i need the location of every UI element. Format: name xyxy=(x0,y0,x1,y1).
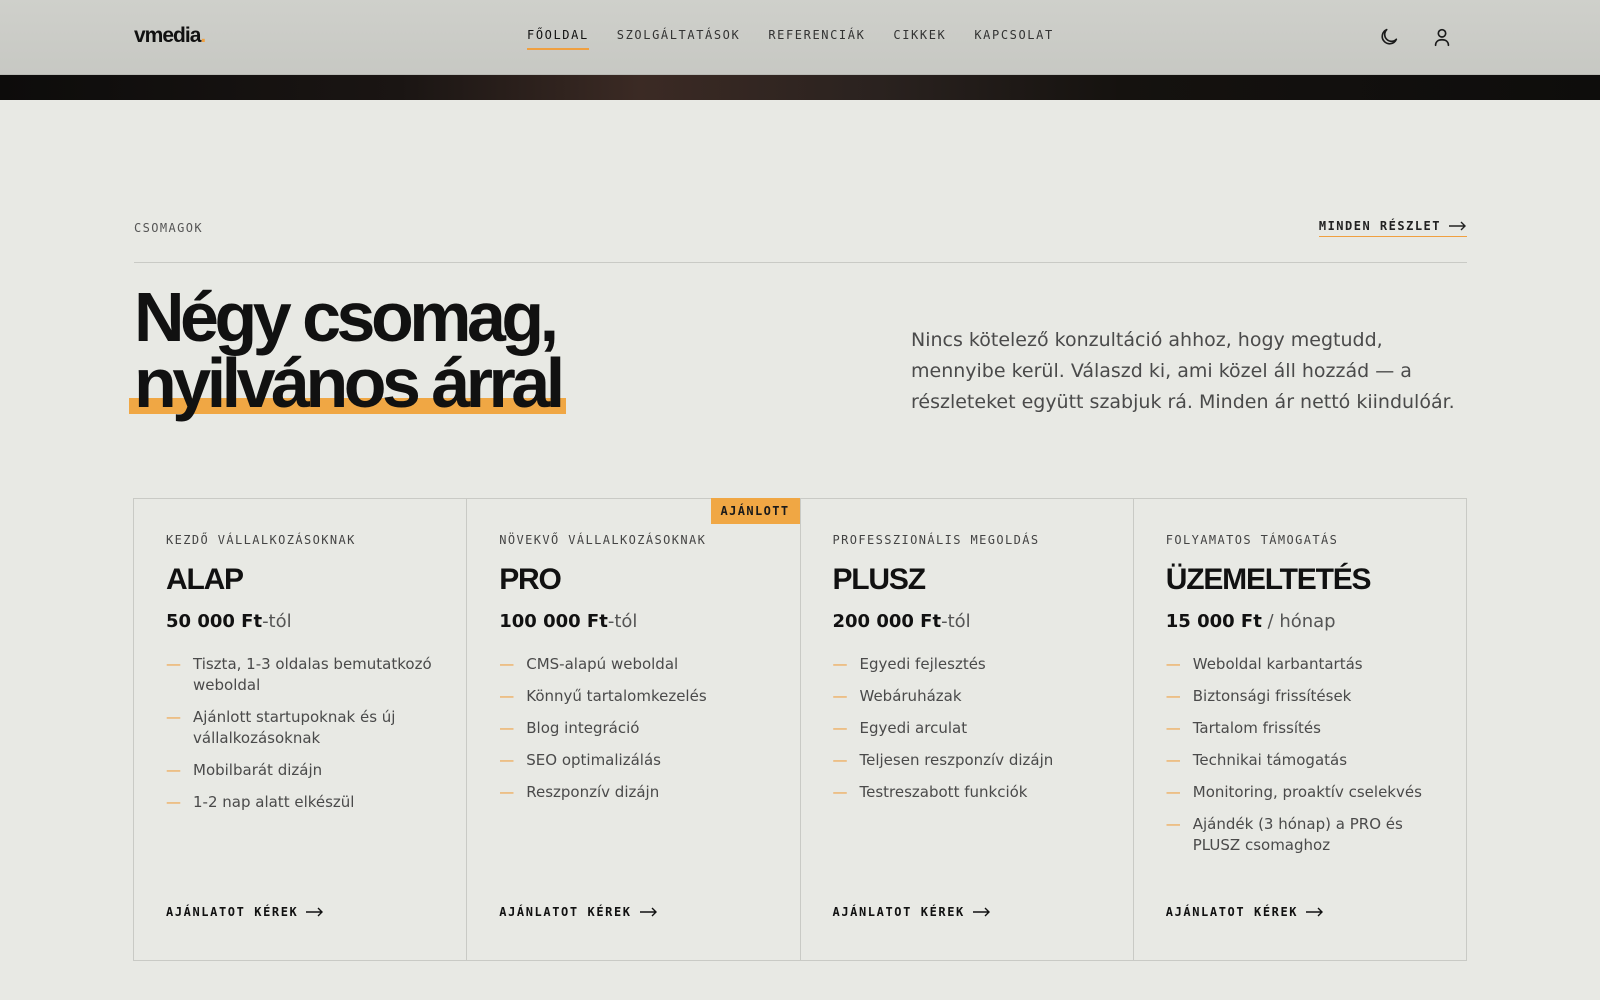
request-quote-button[interactable]: AJÁNLATOT KÉREK xyxy=(1166,905,1324,919)
recommended-badge: AJÁNLOTT xyxy=(710,498,800,524)
section-intro: Nincs kötelező konzultáció ahhoz, hogy m… xyxy=(911,329,1455,413)
section-eyebrow: CSOMAGOK xyxy=(134,221,203,235)
arrow-right-icon xyxy=(639,907,657,917)
card-title: PRO xyxy=(499,563,562,596)
feature-item: Egyedi arculat xyxy=(833,718,1101,739)
card-price: 50 000 Ft-tól xyxy=(166,611,292,632)
arrow-right-icon xyxy=(1306,907,1324,917)
feature-item: Monitoring, proaktív cselekvés xyxy=(1166,782,1434,803)
card-title: ALAP xyxy=(166,563,244,596)
card-eyebrow: FOLYAMATOS TÁMOGATÁS xyxy=(1165,533,1339,547)
card-price: 100 000 Ft-tól xyxy=(499,611,638,632)
feature-item: Tartalom frissítés xyxy=(1166,718,1434,739)
main-nav: FŐOLDAL SZOLGÁLTATÁSOK REFERENCIÁK CIKKE… xyxy=(527,28,1082,50)
card-title: ÜZEMELTETÉS xyxy=(1165,563,1372,596)
card-eyebrow: KEZDŐ VÁLLALKOZÁSOKNAK xyxy=(166,533,356,547)
nav-item-fooldal[interactable]: FŐOLDAL xyxy=(527,28,589,50)
request-quote-button[interactable]: AJÁNLATOT KÉREK xyxy=(166,905,324,919)
feature-item: Weboldal karbantartás xyxy=(1166,654,1434,675)
card-eyebrow: PROFESSZIONÁLIS MEGOLDÁS xyxy=(832,533,1040,547)
nav-item-cikkek[interactable]: CIKKEK xyxy=(893,28,946,50)
hero-image-strip xyxy=(0,75,1600,100)
nav-item-szolgaltatasok[interactable]: SZOLGÁLTATÁSOK xyxy=(617,28,741,50)
pricing-card-uzemeltetes: FOLYAMATOS TÁMOGATÁS ÜZEMELTETÉS 15 000 … xyxy=(1134,499,1466,960)
request-quote-button[interactable]: AJÁNLATOT KÉREK xyxy=(499,905,657,919)
feature-list: Egyedi fejlesztés Webáruházak Egyedi arcul… xyxy=(833,654,1101,803)
feature-item: Könnyű tartalomkezelés xyxy=(499,686,767,707)
pricing-card-plusz: PROFESSZIONÁLIS MEGOLDÁS PLUSZ 200 000 F… xyxy=(801,499,1134,960)
feature-item: 1-2 nap alatt elkészül xyxy=(166,792,434,813)
feature-item: Biztonsági frissítések xyxy=(1166,686,1434,707)
feature-item: CMS-alapú weboldal xyxy=(499,654,767,675)
page-title: Négy csomag, nyilvános árral xyxy=(129,282,566,418)
arrow-right-icon xyxy=(306,907,324,917)
feature-item: Blog integráció xyxy=(499,718,767,739)
feature-list: CMS-alapú weboldal Könnyű tartalomkezelés… xyxy=(499,654,767,803)
pricing-cards: KEZDŐ VÁLLALKOZÁSOKNAK ALAP 50 000 Ft-tó… xyxy=(133,498,1467,961)
feature-item: Webáruházak xyxy=(833,686,1101,707)
card-title: PLUSZ xyxy=(832,563,927,596)
pricing-card-pro: AJÁNLOTT NÖVEKVŐ VÁLLALKOZÁSOKNAK PRO 10… xyxy=(467,498,801,960)
headline-line2: nyilvános árral xyxy=(134,344,565,422)
feature-item: Reszponzív dizájn xyxy=(499,782,767,803)
pricing-card-alap: KEZDŐ VÁLLALKOZÁSOKNAK ALAP 50 000 Ft-tó… xyxy=(134,499,468,960)
card-price: 200 000 Ft-tól xyxy=(832,611,971,632)
nav-item-kapcsolat[interactable]: KAPCSOLAT xyxy=(974,28,1053,50)
feature-item: Technikai támogatás xyxy=(1166,750,1434,771)
all-details-label: MINDEN RÉSZLET xyxy=(1318,219,1441,233)
arrow-right-icon xyxy=(972,907,990,917)
feature-item: Ajánlott startupoknak és új vállalkozáso… xyxy=(166,707,434,749)
request-quote-button[interactable]: AJÁNLATOT KÉREK xyxy=(833,905,991,919)
site-header: vmedia. FŐOLDAL SZOLGÁLTATÁSOK REFERENCI… xyxy=(0,0,1600,75)
feature-item: Ajándék (3 hónap) a PRO és PLUSZ csomagh… xyxy=(1166,814,1434,856)
feature-item: Testreszabott funkciók xyxy=(833,782,1101,803)
all-details-link[interactable]: MINDEN RÉSZLET xyxy=(1318,219,1467,237)
feature-item: SEO optimalizálás xyxy=(499,750,767,771)
arrow-right-icon xyxy=(1449,221,1466,231)
feature-item: Egyedi fejlesztés xyxy=(833,654,1101,675)
card-eyebrow: NÖVEKVŐ VÁLLALKOZÁSOKNAK xyxy=(499,533,707,547)
feature-item: Mobilbarát dizájn xyxy=(166,760,434,781)
moon-icon[interactable] xyxy=(1378,26,1400,48)
nav-item-referenciak[interactable]: REFERENCIÁK xyxy=(768,28,865,50)
feature-list: Weboldal karbantartás Biztonsági frissíté… xyxy=(1166,654,1434,856)
feature-item: Tiszta, 1-3 oldalas bemutatkozó weboldal xyxy=(166,654,434,696)
feature-list: Tiszta, 1-3 oldalas bemutatkozó weboldal… xyxy=(166,654,434,813)
logo[interactable]: vmedia. xyxy=(134,24,206,48)
user-icon[interactable] xyxy=(1431,26,1453,48)
feature-item: Teljesen reszponzív dizájn xyxy=(833,750,1101,771)
section-divider xyxy=(134,262,1467,263)
card-price: 15 000 Ft / hónap xyxy=(1165,611,1336,632)
